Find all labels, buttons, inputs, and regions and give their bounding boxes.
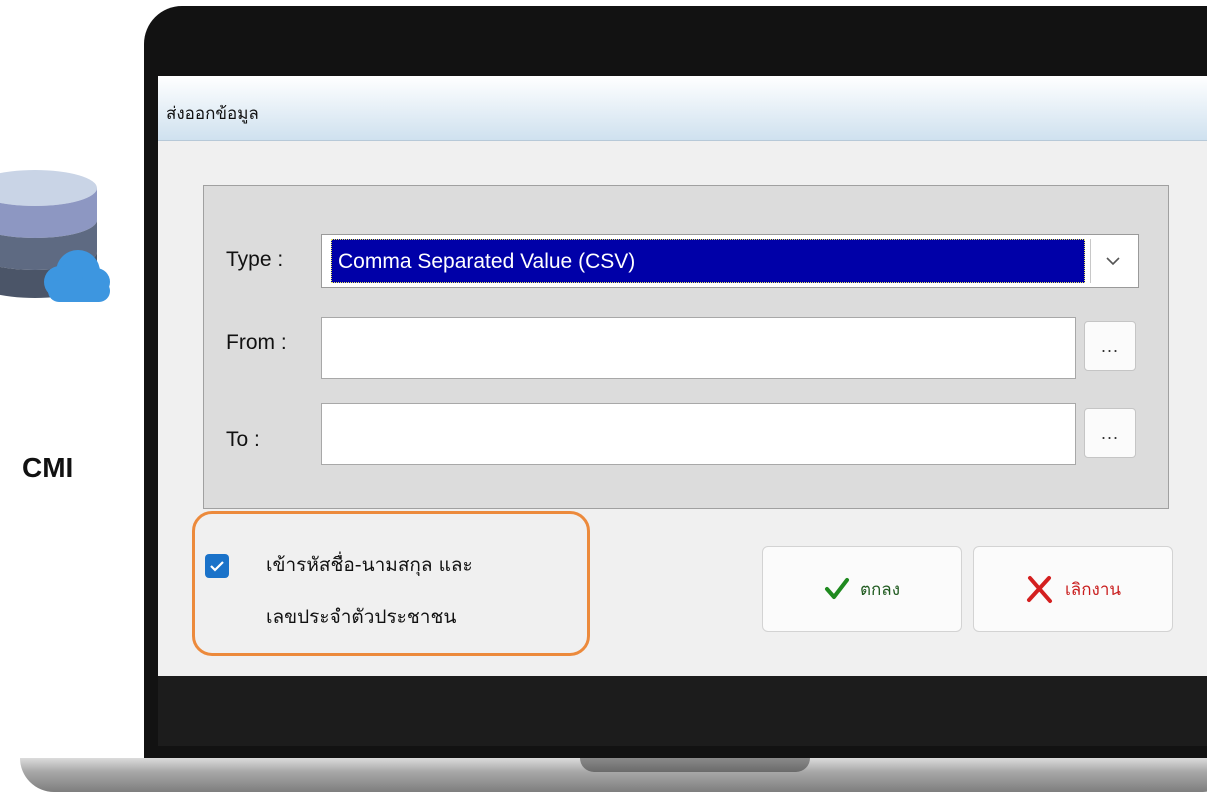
cancel-button-label: เลิกงาน [1065, 579, 1121, 600]
cmi-logo: CMI [0, 160, 120, 483]
dialog-title: ส่งออกข้อมูล [166, 104, 259, 124]
cancel-button[interactable]: เลิกงาน [973, 546, 1173, 632]
ok-button-label: ตกลง [859, 579, 901, 600]
dialog-titlebar: ส่งออกข้อมูล [158, 76, 1207, 141]
checkmark-icon [824, 578, 849, 599]
from-label: From : [226, 331, 287, 354]
to-input[interactable] [321, 403, 1076, 465]
from-browse-button[interactable]: ... [1084, 321, 1136, 371]
to-label: To : [226, 428, 260, 451]
type-selected-value: Comma Separated Value (CSV) [331, 239, 1085, 283]
to-browse-button[interactable]: ... [1084, 408, 1136, 458]
chevron-down-icon[interactable] [1090, 239, 1134, 283]
type-label: Type : [226, 248, 284, 271]
logo-text: CMI [22, 452, 74, 483]
from-input[interactable] [321, 317, 1076, 379]
export-dialog: ส่งออกข้อมูล Type : Comma Separated Valu… [158, 76, 1207, 676]
ok-button[interactable]: ตกลง [762, 546, 962, 632]
laptop-notch [580, 758, 810, 772]
x-mark-icon [1027, 576, 1052, 603]
type-dropdown[interactable]: Comma Separated Value (CSV) [321, 234, 1139, 288]
database-cloud-icon [0, 170, 110, 302]
checkbox-highlight-box [192, 511, 590, 656]
screen-bottom-area [158, 676, 1207, 746]
